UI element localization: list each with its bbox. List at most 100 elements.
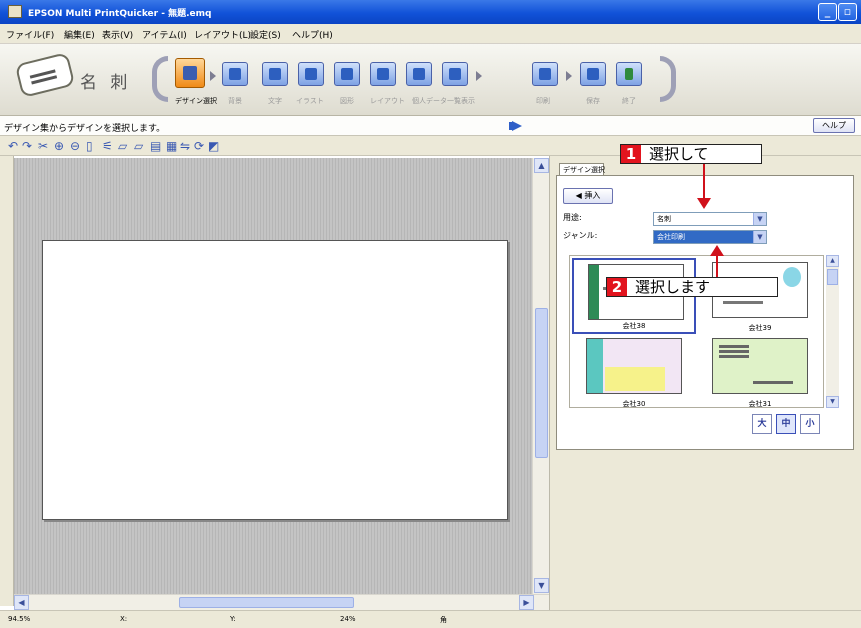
- step-label: 個人データ一覧表示: [412, 97, 475, 105]
- insert-button[interactable]: ◀ 挿入: [563, 188, 613, 204]
- size-medium-button[interactable]: 中: [776, 414, 796, 434]
- step-label: イラスト: [296, 97, 324, 105]
- step-arrow-icon: [210, 71, 216, 81]
- scroll-down-icon[interactable]: ▼: [826, 396, 839, 408]
- cut-icon[interactable]: ✂: [38, 139, 48, 153]
- redo-icon[interactable]: ↷: [22, 139, 32, 153]
- menu-view[interactable]: 表示(V): [102, 28, 133, 41]
- step-shape-button[interactable]: [334, 62, 360, 86]
- step-label: 背景: [228, 97, 242, 105]
- design-thumbnail[interactable]: 会社30: [572, 334, 696, 410]
- use-select[interactable]: 名刺 ▼: [653, 212, 767, 226]
- scroll-right-icon[interactable]: ▶: [519, 595, 534, 610]
- genre-select-value: 会社印刷: [657, 233, 685, 241]
- size-small-button[interactable]: 小: [800, 414, 820, 434]
- menu-bar: ファイル(F) 編集(E) 表示(V) アイテム(I) レイアウト(L) 設定(…: [0, 24, 861, 44]
- scroll-thumb[interactable]: [179, 597, 354, 608]
- flip-icon[interactable]: ⇋: [180, 139, 190, 153]
- scroll-up-icon[interactable]: ▲: [534, 158, 549, 173]
- scroll-thumb[interactable]: [535, 308, 548, 458]
- step-print-button[interactable]: [532, 62, 558, 86]
- canvas-horizontal-scrollbar[interactable]: ◀ ▶: [14, 594, 549, 610]
- undo-icon[interactable]: ↶: [8, 139, 18, 153]
- copy-icon[interactable]: ▦: [166, 139, 177, 153]
- maximize-button[interactable]: ▫: [838, 3, 857, 21]
- step-frame-button[interactable]: [406, 62, 432, 86]
- zoom-out-icon[interactable]: ⊖: [70, 139, 80, 153]
- gallery-scrollbar[interactable]: ▲ ▼: [826, 255, 839, 408]
- print-preview-icon[interactable]: ▤: [150, 139, 161, 153]
- step-label: 図形: [340, 97, 354, 105]
- instruction-text: デザイン集からデザインを選択します。: [4, 124, 166, 134]
- design-caption: 会社39: [748, 324, 772, 332]
- step-illustration-button[interactable]: [298, 62, 324, 86]
- canvas-vertical-scrollbar[interactable]: ▲ ▼: [532, 158, 549, 594]
- design-caption: 会社31: [748, 400, 772, 408]
- align-icon[interactable]: ⚟: [102, 139, 113, 153]
- angle-readout: 角: [440, 616, 447, 624]
- step-text-button[interactable]: [262, 62, 288, 86]
- minimize-button[interactable]: _: [818, 3, 837, 21]
- product-name: 名 刺: [80, 73, 132, 93]
- bracket-left-icon: [152, 56, 168, 102]
- use-select-value: 名刺: [657, 215, 671, 223]
- menu-file[interactable]: ファイル(F): [6, 28, 54, 41]
- menu-settings[interactable]: 設定(S): [250, 28, 281, 41]
- menu-item[interactable]: アイテム(I): [142, 28, 187, 41]
- step-arrow-icon: [566, 71, 572, 81]
- group-icon[interactable]: ▱: [118, 139, 127, 153]
- scroll-left-icon[interactable]: ◀: [14, 595, 29, 610]
- callout-number: 2: [607, 278, 627, 296]
- bracket-right-icon: [660, 56, 676, 102]
- rotate-icon[interactable]: ⟳: [194, 139, 204, 153]
- left-ruler: [0, 156, 14, 606]
- callout-number: 1: [621, 145, 641, 163]
- step-label: 終了: [622, 97, 636, 105]
- workflow-toolbar: 名 刺 デザイン選択 背景 文字 イラスト 図形 レイアウト 個人データ一覧表示…: [0, 44, 861, 116]
- step-label: レイアウト: [370, 97, 405, 105]
- step-save-button[interactable]: [580, 62, 606, 86]
- step-label: 保存: [586, 97, 600, 105]
- design-caption: 会社30: [622, 400, 646, 408]
- zoom-in-icon[interactable]: ⊕: [54, 139, 64, 153]
- step-label: 印刷: [536, 97, 550, 105]
- scroll-thumb[interactable]: [827, 269, 838, 285]
- step-design-select-button[interactable]: [175, 58, 205, 88]
- instruction-bar: デザイン集からデザインを選択します。 ヘルプ: [0, 116, 861, 136]
- layer-icon[interactable]: ◩: [208, 139, 219, 153]
- scroll-up-icon[interactable]: ▲: [826, 255, 839, 267]
- arrow-down-icon: [697, 198, 711, 209]
- status-bar: 94.5% X: Y: 24% 角: [0, 610, 861, 628]
- y-readout: Y:: [230, 615, 236, 623]
- business-card-logo-icon: [14, 51, 76, 99]
- callout-arrow-line: [703, 164, 705, 198]
- arrow-up-icon: [710, 245, 724, 256]
- window-title: EPSON Multi PrintQuicker - 無題.emq: [28, 9, 212, 19]
- size-readout: 24%: [340, 615, 356, 623]
- design-preview-image: [712, 338, 808, 394]
- menu-edit[interactable]: 編集(E): [64, 28, 95, 41]
- chevron-down-icon[interactable]: ▼: [753, 213, 766, 225]
- menu-help[interactable]: ヘルプ(H): [292, 28, 333, 41]
- step-layout-button[interactable]: [370, 62, 396, 86]
- menu-layout[interactable]: レイアウト(L): [194, 28, 251, 41]
- step-personal-data-button[interactable]: [442, 62, 468, 86]
- play-guide-icon[interactable]: [509, 121, 522, 131]
- chevron-down-icon[interactable]: ▼: [753, 231, 766, 243]
- step-background-button[interactable]: [222, 62, 248, 86]
- genre-select[interactable]: 会社印刷 ▼: [653, 230, 767, 244]
- scroll-down-icon[interactable]: ▼: [534, 578, 549, 593]
- callout-step-2: 2 選択します: [606, 277, 778, 297]
- page-icon[interactable]: ▯: [86, 139, 93, 153]
- callout-arrow-line: [716, 256, 718, 277]
- business-card-paper[interactable]: [42, 240, 508, 520]
- ungroup-icon[interactable]: ▱: [134, 139, 143, 153]
- step-arrow-icon: [476, 71, 482, 81]
- use-label: 用途:: [563, 213, 582, 222]
- size-large-button[interactable]: 大: [752, 414, 772, 434]
- x-readout: X:: [120, 615, 128, 623]
- help-button[interactable]: ヘルプ: [813, 118, 855, 133]
- design-thumbnail[interactable]: 会社31: [698, 334, 822, 410]
- step-exit-button[interactable]: [616, 62, 642, 86]
- design-caption: 会社38: [622, 322, 646, 330]
